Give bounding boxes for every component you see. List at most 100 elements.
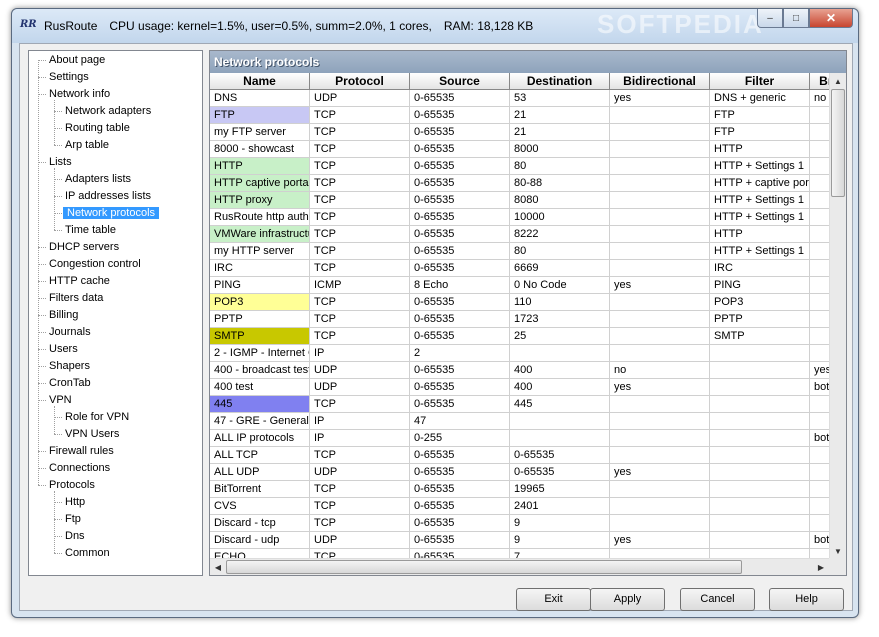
- table-cell: UDP: [310, 379, 410, 396]
- column-header[interactable]: Filter: [710, 73, 810, 90]
- horizontal-scroll-thumb[interactable]: [226, 560, 742, 574]
- tree-item[interactable]: Billing: [47, 307, 80, 324]
- tree-item[interactable]: Ftp: [63, 511, 83, 528]
- table-cell: [610, 226, 710, 243]
- table-row[interactable]: 400 test UDP 0-65535 400 yes bot: [210, 379, 830, 396]
- table-cell: 47 - GRE - General: [210, 413, 310, 430]
- table-row[interactable]: Discard - udp UDP 0-65535 9 yes bot: [210, 532, 830, 549]
- table-cell: my HTTP server: [210, 243, 310, 260]
- table-row[interactable]: my FTP server TCP 0-65535 21 FTP: [210, 124, 830, 141]
- table-row[interactable]: 445 TCP 0-65535 445: [210, 396, 830, 413]
- tree-item[interactable]: About page: [47, 52, 107, 69]
- maximize-button[interactable]: □: [783, 9, 809, 28]
- tree-item[interactable]: Filters data: [47, 290, 105, 307]
- table-row[interactable]: VMWare infrastructureTCP0-655358222 HTTP: [210, 226, 830, 243]
- tree-item[interactable]: Congestion control: [47, 256, 143, 273]
- table-cell: bot: [810, 379, 830, 396]
- navigation-tree[interactable]: About page Settings Network info Network ad…: [28, 50, 203, 576]
- scroll-up-button[interactable]: ▲: [830, 73, 846, 89]
- table-row[interactable]: RusRoute http auth TCP 0-65535 10000 HTTP + …: [210, 209, 830, 226]
- table-cell: [710, 413, 810, 430]
- vertical-scroll-thumb[interactable]: [831, 89, 845, 197]
- table-row[interactable]: HTTP proxy TCP 0-65535 8080 HTTP + Settings …: [210, 192, 830, 209]
- table-row[interactable]: 47 - GRE - General IP 47: [210, 413, 830, 430]
- tree-item[interactable]: Common: [63, 545, 112, 562]
- title-bar[interactable]: RR RusRoute CPU usage: kernel=1.5%, user=…: [12, 9, 858, 43]
- tree-item-label: Journals: [49, 326, 91, 338]
- tree-item[interactable]: VPN Users: [63, 426, 121, 443]
- tree-item[interactable]: IP addresses lists: [63, 188, 153, 205]
- column-header[interactable]: Destination: [510, 73, 610, 90]
- tree-item[interactable]: CronTab: [47, 375, 93, 392]
- table-cell: TCP: [310, 107, 410, 124]
- exit-button[interactable]: Exit: [516, 588, 591, 611]
- tree-item[interactable]: Network info: [47, 86, 112, 103]
- table-row[interactable]: BitTorrent TCP 0-65535 19965: [210, 481, 830, 498]
- table-row[interactable]: DNS UDP 0-65535 53 yes DNS + generic no: [210, 90, 830, 107]
- cancel-button[interactable]: Cancel: [680, 588, 755, 611]
- tree-item[interactable]: Routing table: [63, 120, 132, 137]
- table-row[interactable]: ALL TCP TCP 0-65535 0-65535: [210, 447, 830, 464]
- tree-connector: [38, 349, 46, 350]
- vertical-scrollbar[interactable]: ▲ ▼: [829, 73, 846, 560]
- tree-item[interactable]: HTTP cache: [47, 273, 112, 290]
- table-cell: [810, 226, 830, 243]
- table-row[interactable]: FTP TCP 0-65535 21 FTP: [210, 107, 830, 124]
- tree-item[interactable]: Network adapters: [63, 103, 153, 120]
- tree-item[interactable]: Dns: [63, 528, 87, 545]
- help-button[interactable]: Help: [769, 588, 844, 611]
- table-row[interactable]: PPTP TCP 0-65535 1723 PPTP: [210, 311, 830, 328]
- minimize-button[interactable]: –: [757, 9, 783, 28]
- tree-item[interactable]: Http: [63, 494, 87, 511]
- tree-item[interactable]: Users: [47, 341, 80, 358]
- table-row[interactable]: 2 - IGMP - Internet GroupIP2: [210, 345, 830, 362]
- tree-item[interactable]: Role for VPN: [63, 409, 131, 426]
- scroll-left-button[interactable]: ◀: [210, 559, 226, 575]
- tree-item[interactable]: Connections: [47, 460, 112, 477]
- table-row[interactable]: 400 - broadcast test UDP 0-65535 400 no yes: [210, 362, 830, 379]
- tree-item[interactable]: VPN: [47, 392, 74, 409]
- column-header[interactable]: Name: [210, 73, 310, 90]
- table-row[interactable]: my HTTP server TCP 0-65535 80 HTTP + Setting…: [210, 243, 830, 260]
- tree-item[interactable]: Lists: [47, 154, 74, 171]
- scroll-down-button[interactable]: ▼: [830, 543, 846, 559]
- tree-item[interactable]: Settings: [47, 69, 91, 86]
- table-cell: 19965: [510, 481, 610, 498]
- tree-item-label: DHCP servers: [49, 241, 120, 253]
- column-header[interactable]: Protocol: [310, 73, 410, 90]
- apply-button[interactable]: Apply: [590, 588, 665, 611]
- table-cell: 0-65535: [410, 175, 510, 192]
- column-header[interactable]: Bro: [810, 73, 830, 90]
- table-row[interactable]: CVS TCP 0-65535 2401: [210, 498, 830, 515]
- close-button[interactable]: ✕: [809, 9, 853, 28]
- column-header[interactable]: Bidirectional: [610, 73, 710, 90]
- tree-item[interactable]: Network protocols: [63, 205, 160, 222]
- table-row[interactable]: IRC TCP 0-65535 6669 IRC: [210, 260, 830, 277]
- table-row[interactable]: ALL IP protocols IP 0-255 bot: [210, 430, 830, 447]
- table-row[interactable]: PING ICMP 8 Echo 0 No Code yes PING: [210, 277, 830, 294]
- horizontal-scrollbar[interactable]: ◀ ▶: [210, 558, 830, 575]
- table-row[interactable]: ALL UDP UDP 0-65535 0-65535 yes: [210, 464, 830, 481]
- protocols-table[interactable]: Name Protocol Source Destination Bidirection…: [210, 73, 830, 560]
- tree-item[interactable]: Journals: [47, 324, 93, 341]
- table-row[interactable]: POP3 TCP 0-65535 110 POP3: [210, 294, 830, 311]
- table-cell: HTTP: [210, 158, 310, 175]
- table-row[interactable]: 8000 - showcast TCP 0-65535 8000 HTTP: [210, 141, 830, 158]
- column-header[interactable]: Source: [410, 73, 510, 90]
- tree-item[interactable]: Adapters lists: [63, 171, 133, 188]
- table-row[interactable]: SMTP TCP 0-65535 25 SMTP: [210, 328, 830, 345]
- table-cell: ALL UDP: [210, 464, 310, 481]
- tree-item[interactable]: DHCP servers: [47, 239, 121, 256]
- scroll-right-button[interactable]: ▶: [813, 559, 829, 575]
- tree-item[interactable]: Time table: [63, 222, 118, 239]
- tree-item[interactable]: Arp table: [63, 137, 111, 154]
- tree-connector: [38, 94, 46, 95]
- client-area: About page Settings Network info Network ad…: [19, 43, 853, 611]
- tree-connector: [38, 60, 46, 61]
- table-row[interactable]: HTTP TCP 0-65535 80 HTTP + Settings 1: [210, 158, 830, 175]
- table-row[interactable]: HTTP captive portal TCP 0-65535 80-88 HTTP +…: [210, 175, 830, 192]
- tree-item[interactable]: Shapers: [47, 358, 92, 375]
- tree-item[interactable]: Firewall rules: [47, 443, 116, 460]
- table-row[interactable]: Discard - tcp TCP 0-65535 9: [210, 515, 830, 532]
- tree-item-label: Congestion control: [49, 258, 141, 270]
